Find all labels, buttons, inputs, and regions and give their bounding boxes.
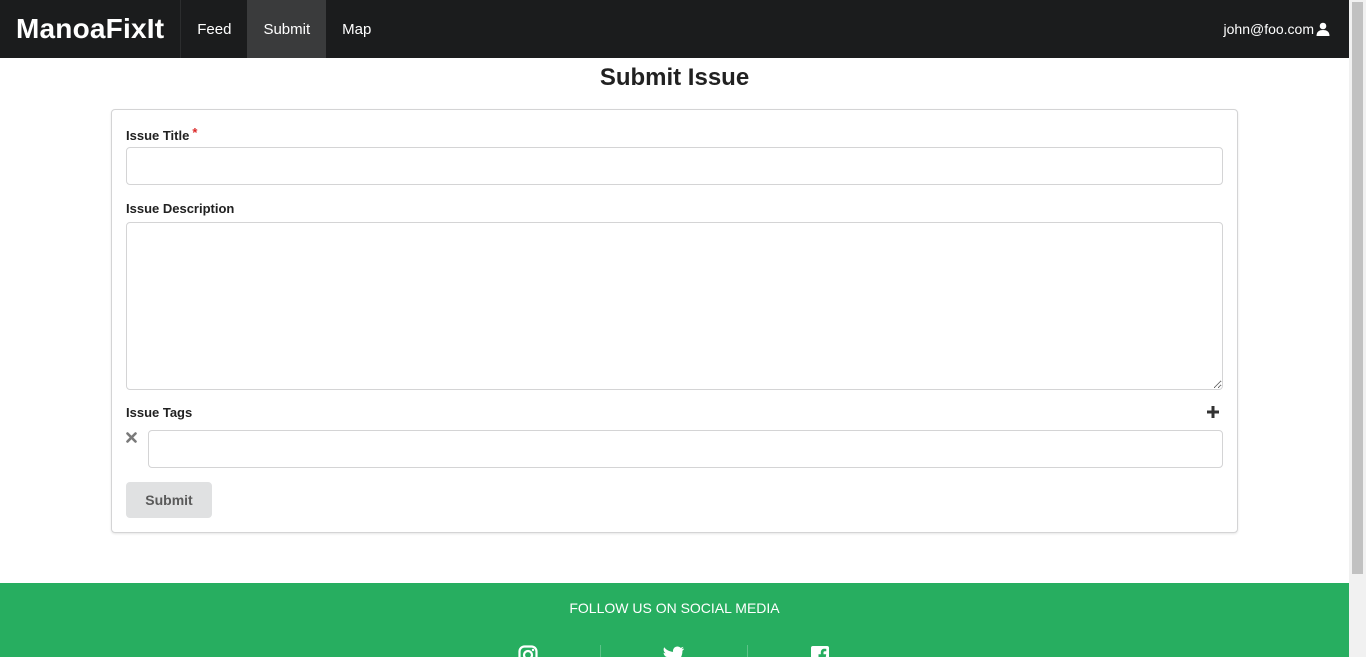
required-mark: * — [192, 125, 198, 140]
footer-heading: FOLLOW US ON SOCIAL MEDIA — [569, 600, 780, 616]
top-navbar: ManoaFixIt Feed Submit Map john@foo.com — [0, 0, 1349, 58]
nav-item-map[interactable]: Map — [326, 0, 387, 58]
page: ManoaFixIt Feed Submit Map john@foo.com … — [0, 0, 1349, 657]
user-email: john@foo.com — [1223, 21, 1314, 37]
issue-title-label-text: Issue Title — [126, 128, 190, 143]
submit-form: Issue Title * Issue Description Issue Tag… — [111, 109, 1238, 533]
social-links — [455, 645, 893, 657]
nav-item-feed[interactable]: Feed — [181, 0, 247, 58]
issue-title-input[interactable] — [126, 147, 1223, 185]
submit-button[interactable]: Submit — [126, 482, 212, 518]
instagram-icon[interactable] — [518, 645, 538, 657]
issue-description-label: Issue Description — [126, 201, 235, 216]
user-icon — [1316, 22, 1330, 36]
footer: FOLLOW US ON SOCIAL MEDIA — [0, 583, 1349, 657]
remove-tag-icon[interactable] — [126, 432, 137, 443]
twitter-icon[interactable] — [663, 645, 685, 657]
twitter-link[interactable] — [600, 645, 746, 657]
vertical-scrollbar[interactable] — [1349, 0, 1366, 657]
add-tag-icon[interactable] — [1206, 405, 1220, 419]
facebook-icon[interactable] — [810, 645, 830, 657]
brand-logo[interactable]: ManoaFixIt — [0, 0, 182, 58]
facebook-link[interactable] — [746, 645, 893, 657]
user-menu[interactable]: john@foo.com — [1208, 0, 1349, 58]
instagram-link[interactable] — [455, 645, 600, 657]
issue-title-label: Issue Title * — [126, 125, 197, 143]
issue-tag-input[interactable] — [148, 430, 1223, 468]
issue-description-textarea[interactable] — [126, 222, 1223, 390]
scrollbar-thumb[interactable] — [1352, 2, 1363, 574]
page-title: Submit Issue — [599, 64, 750, 91]
nav-item-submit[interactable]: Submit — [247, 0, 327, 58]
issue-tags-label: Issue Tags — [126, 405, 193, 420]
